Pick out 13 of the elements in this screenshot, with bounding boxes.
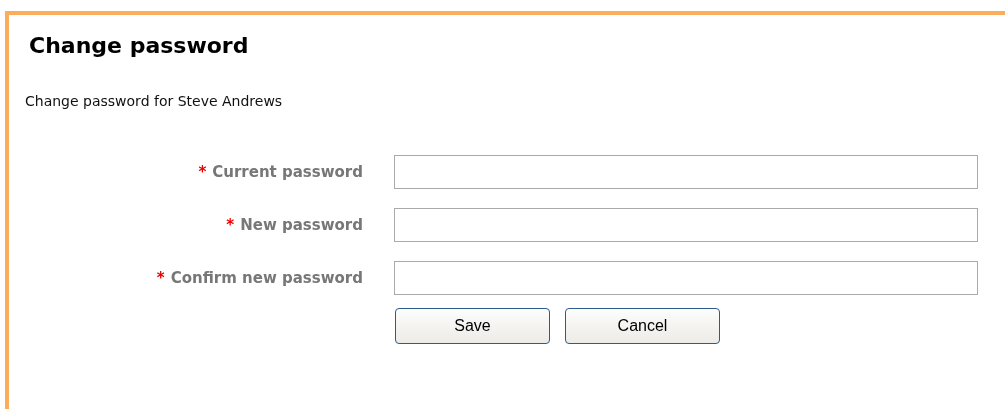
field-label: Confirm new password (170, 269, 363, 287)
description-text: Change password for Steve Andrews (25, 92, 284, 111)
required-mark: * (226, 216, 235, 234)
page-title: Change password (29, 32, 250, 60)
field-label: New password (240, 216, 363, 234)
required-mark: * (198, 163, 207, 181)
password-field[interactable] (394, 155, 978, 189)
required-mark: * (156, 269, 165, 287)
field-label: Current password (212, 163, 363, 181)
form-button[interactable]: Cancel (565, 308, 720, 344)
form-button[interactable]: Save (395, 308, 550, 344)
password-field[interactable] (394, 208, 978, 242)
password-field[interactable] (394, 261, 978, 295)
